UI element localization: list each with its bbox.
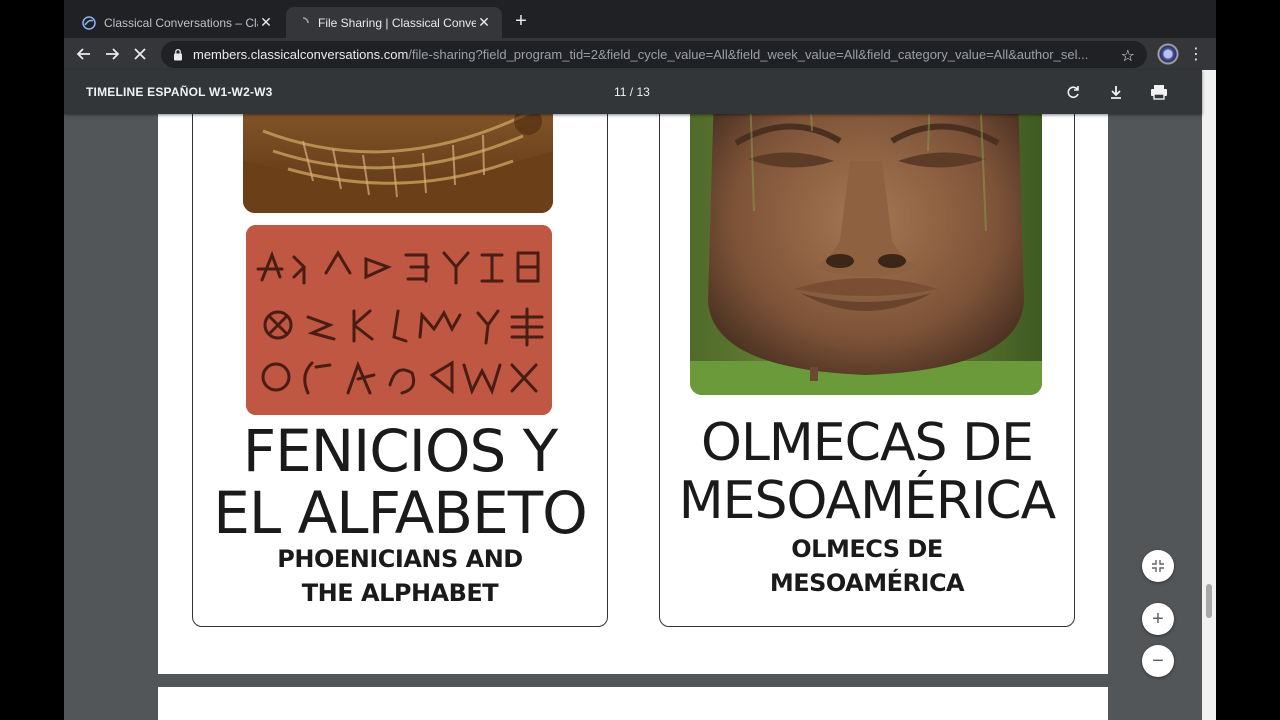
card-subtitle-line1: PHOENICIANS AND (277, 545, 523, 573)
loading-spinner-icon (296, 16, 310, 30)
profile-avatar-icon[interactable] (1157, 43, 1179, 65)
back-icon[interactable] (72, 42, 96, 66)
card-subtitle-line2: THE ALPHABET (301, 579, 499, 607)
scrollbar-thumb[interactable] (1206, 584, 1212, 618)
card-title-line2: EL ALFABETO (213, 479, 588, 547)
timeline-card-olmecs: OLMECAS DE MESOAMÉRICA OLMECS DE MESOAMÉ… (659, 94, 1075, 627)
zoom-out-icon[interactable]: − (1142, 645, 1174, 677)
url-path: /file-sharing?field_program_tid=2&field_… (408, 47, 1089, 62)
forward-icon[interactable] (100, 42, 124, 66)
browser-toolbar: members.classicalconversations.com/file-… (64, 38, 1216, 70)
pdf-document-title: TIMELINE ESPAÑOL W1-W2-W3 (86, 85, 273, 99)
browser-window: Classical Conversations – Clas ✕ File Sh… (64, 0, 1216, 720)
address-bar[interactable]: members.classicalconversations.com/file-… (161, 41, 1147, 68)
phoenician-alphabet-tablet-image (246, 225, 552, 415)
print-icon[interactable] (1149, 82, 1169, 102)
close-icon[interactable]: ✕ (258, 14, 274, 31)
card-title-line1: OLMECAS DE (701, 413, 1034, 473)
site-favicon-icon (82, 15, 96, 30)
tab-title: File Sharing | Classical Conver (318, 15, 476, 30)
card-subtitle-line1: OLMECS DE (791, 535, 943, 563)
olmec-head-image (690, 95, 1042, 395)
bookmark-star-icon[interactable]: ☆ (1121, 46, 1135, 66)
card-title-line2: MESOAMÉRICA (678, 471, 1056, 531)
pdf-viewer: FENICIOS Y EL ALFABETO PHOENICIANS AND T… (64, 70, 1202, 720)
card-subtitle-line2: MESOAMÉRICA (769, 569, 965, 597)
pdf-toolbar: TIMELINE ESPAÑOL W1-W2-W3 11 / 13 (64, 70, 1202, 114)
lock-icon (173, 48, 185, 62)
timeline-card-phoenicians: FENICIOS Y EL ALFABETO PHOENICIANS AND T… (192, 94, 608, 627)
download-icon[interactable] (1106, 82, 1126, 102)
more-menu-icon[interactable]: ⋮ (1188, 44, 1204, 64)
tab-strip: Classical Conversations – Clas ✕ File Sh… (64, 0, 1216, 38)
tab-classical-conversations[interactable]: Classical Conversations – Clas ✕ (72, 7, 284, 38)
pdf-page: FENICIOS Y EL ALFABETO PHOENICIANS AND T… (158, 94, 1108, 674)
card-title-line1: FENICIOS Y (242, 417, 558, 485)
tab-title: Classical Conversations – Clas (104, 15, 258, 30)
new-tab-icon[interactable]: + (511, 10, 531, 32)
close-icon[interactable]: ✕ (476, 14, 492, 31)
tab-file-sharing[interactable]: File Sharing | Classical Conver ✕ (286, 7, 502, 38)
zoom-in-icon[interactable]: + (1142, 603, 1174, 635)
fit-to-page-icon[interactable] (1142, 550, 1174, 582)
rotate-icon[interactable] (1063, 82, 1083, 102)
stop-loading-icon[interactable] (128, 42, 152, 66)
pdf-next-page (158, 687, 1108, 720)
url-host: members.classicalconversations.com (193, 47, 409, 62)
scrollbar[interactable] (1202, 70, 1216, 720)
page-indicator: 11 / 13 (614, 85, 650, 99)
